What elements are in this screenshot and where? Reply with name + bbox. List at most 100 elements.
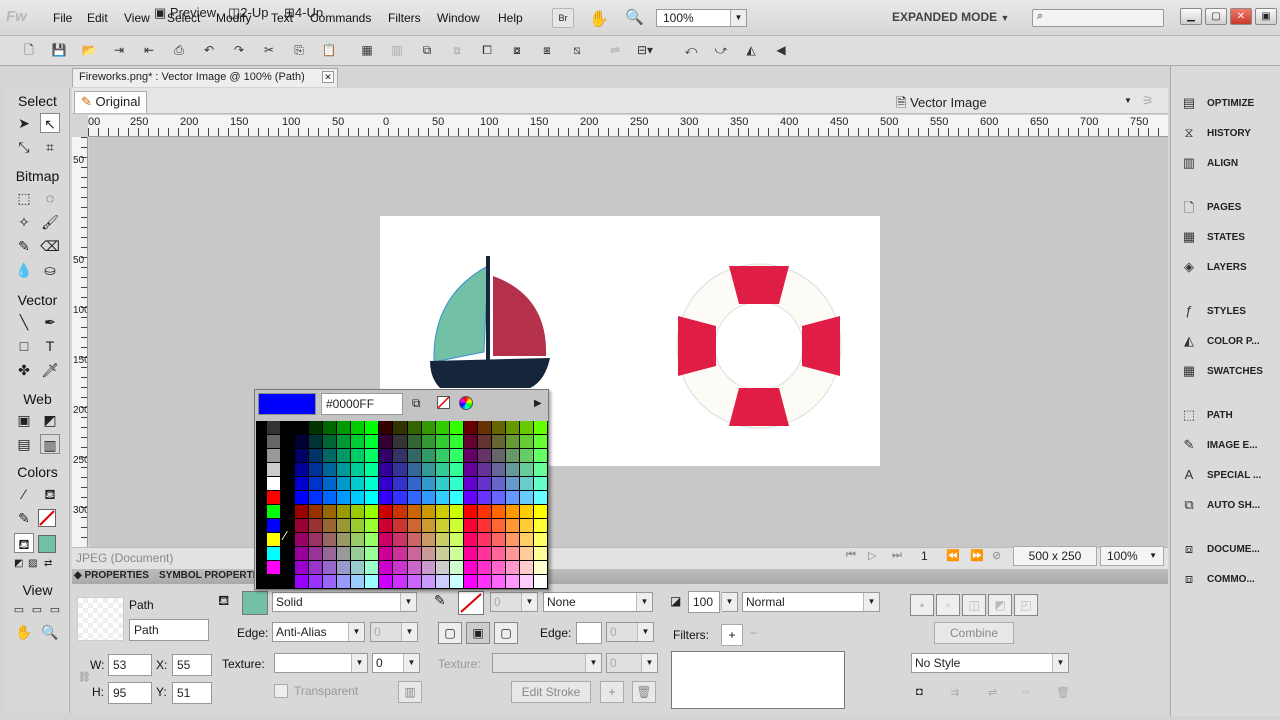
color-swatch[interactable]: [421, 463, 436, 477]
color-swatch[interactable]: [407, 435, 422, 449]
color-swatch[interactable]: [337, 477, 352, 491]
add-filter-button[interactable]: +: [721, 624, 743, 646]
color-swatch[interactable]: [435, 421, 450, 435]
color-swatch[interactable]: [477, 449, 492, 463]
edit-stroke-button[interactable]: Edit Stroke: [511, 681, 591, 703]
color-swatch[interactable]: [267, 435, 282, 449]
color-swatch[interactable]: [309, 477, 324, 491]
view-options-icon[interactable]: ⚞: [1142, 93, 1154, 109]
color-swatch[interactable]: [505, 477, 520, 491]
color-swatch[interactable]: [519, 435, 534, 449]
color-swatch[interactable]: [477, 519, 492, 533]
combine-button[interactable]: Combine: [934, 622, 1014, 644]
stroke-texture-amount[interactable]: 0 ▼: [606, 653, 658, 673]
color-swatch[interactable]: [407, 491, 422, 505]
full-screen-menus-icon[interactable]: ▭: [27, 600, 47, 620]
color-swatch[interactable]: [267, 505, 282, 519]
color-swatch[interactable]: [365, 477, 380, 491]
color-swatch[interactable]: [323, 533, 338, 547]
color-swatch[interactable]: [449, 435, 464, 449]
split-icon[interactable]: ⧈: [448, 42, 466, 59]
color-swatch[interactable]: [449, 449, 464, 463]
print-icon[interactable]: ⎙: [170, 42, 188, 59]
color-swatch[interactable]: [267, 519, 282, 533]
color-swatch[interactable]: [309, 421, 324, 435]
color-swatch[interactable]: [281, 463, 296, 477]
color-swatch[interactable]: [435, 491, 450, 505]
color-swatch[interactable]: [365, 519, 380, 533]
color-swatch[interactable]: [505, 421, 520, 435]
zoom-icon[interactable]: 🔍: [625, 8, 644, 26]
color-swatch[interactable]: [477, 505, 492, 519]
color-swatch[interactable]: [435, 547, 450, 561]
lasso-tool-icon[interactable]: ◌: [40, 188, 60, 208]
stop-icon[interactable]: ⊘: [992, 549, 1001, 562]
color-swatch[interactable]: [421, 421, 436, 435]
color-swatch[interactable]: [295, 449, 310, 463]
stroke-texture-select[interactable]: ▼: [492, 653, 602, 673]
color-swatch[interactable]: [533, 547, 548, 561]
color-swatch[interactable]: [463, 463, 478, 477]
color-swatch[interactable]: [393, 547, 408, 561]
color-swatch[interactable]: [337, 505, 352, 519]
filters-list[interactable]: [671, 651, 845, 709]
color-swatch[interactable]: [463, 477, 478, 491]
color-swatch[interactable]: [407, 561, 422, 575]
color-swatch[interactable]: [533, 561, 548, 575]
color-swatch[interactable]: [379, 449, 394, 463]
menu-window[interactable]: Window: [437, 11, 480, 25]
color-swatch[interactable]: [379, 477, 394, 491]
color-swatch[interactable]: [393, 463, 408, 477]
fill-type-select[interactable]: Solid ▼: [272, 592, 417, 612]
color-swatch[interactable]: [477, 547, 492, 561]
line-tool-icon[interactable]: ╲: [14, 312, 34, 332]
align-icon[interactable]: ⇌: [606, 42, 624, 59]
color-swatch[interactable]: [309, 435, 324, 449]
color-swatch[interactable]: [463, 421, 478, 435]
workspace-mode-select[interactable]: EXPANDED MODE ▼: [892, 10, 1009, 24]
panel-swatches[interactable]: SWATCHES: [1207, 366, 1263, 377]
color-swatch[interactable]: [449, 547, 464, 561]
color-swatch[interactable]: [323, 575, 338, 589]
color-swatch[interactable]: [491, 477, 506, 491]
crop-tool-icon[interactable]: ⌗: [40, 137, 60, 157]
combine-subtract-icon[interactable]: ▫: [936, 594, 960, 616]
color-swatch[interactable]: [295, 533, 310, 547]
color-swatch[interactable]: [505, 491, 520, 505]
color-swatch[interactable]: [281, 575, 296, 589]
color-swatch[interactable]: [407, 449, 422, 463]
color-swatch[interactable]: [435, 533, 450, 547]
color-swatch[interactable]: [519, 575, 534, 589]
color-swatch[interactable]: [337, 421, 352, 435]
color-swatch[interactable]: [281, 491, 296, 505]
remove-filter-button[interactable]: −: [750, 626, 757, 640]
color-swatch[interactable]: [323, 463, 338, 477]
panel-path[interactable]: PATH: [1207, 410, 1233, 421]
save-icon[interactable]: 💾: [50, 42, 68, 59]
delete-style-icon[interactable]: 🗑: [1056, 686, 1070, 699]
life-ring[interactable]: [676, 263, 842, 429]
color-swatch[interactable]: [393, 421, 408, 435]
color-swatch[interactable]: [449, 491, 464, 505]
color-swatch[interactable]: [351, 575, 366, 589]
color-swatch[interactable]: [421, 491, 436, 505]
show-slices-icon[interactable]: ▥: [40, 434, 60, 454]
chevron-down-icon[interactable]: ▼: [1124, 96, 1132, 105]
import-icon[interactable]: ⇥: [110, 42, 128, 59]
hand-icon[interactable]: ✋: [589, 9, 609, 29]
color-swatch[interactable]: [351, 533, 366, 547]
tab-properties[interactable]: ◆ PROPERTIES: [74, 570, 149, 581]
color-swatch[interactable]: [421, 547, 436, 561]
search-input[interactable]: ⌕: [1032, 9, 1164, 27]
opacity-slider-button[interactable]: ▼: [721, 592, 738, 612]
new-icon[interactable]: 🗋: [20, 42, 38, 59]
color-swatch[interactable]: [463, 575, 478, 589]
rotate-right-icon[interactable]: ⤻: [712, 42, 730, 59]
color-swatch[interactable]: [519, 561, 534, 575]
pencil-tool-icon[interactable]: ✎: [14, 236, 34, 256]
prev-frame-icon[interactable]: ⏪: [946, 549, 960, 562]
color-swatch[interactable]: [267, 491, 282, 505]
cut-icon[interactable]: ✂: [260, 42, 278, 59]
color-swatch[interactable]: [309, 449, 324, 463]
color-swatch[interactable]: [463, 505, 478, 519]
